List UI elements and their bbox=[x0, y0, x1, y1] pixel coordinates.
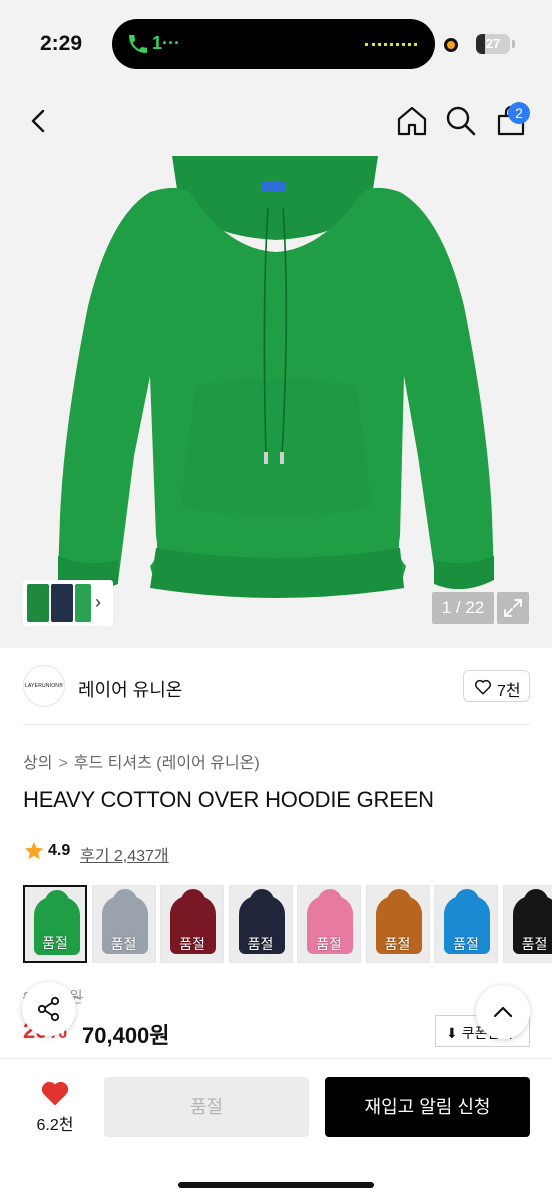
restock-alert-button[interactable]: 재입고 알림 신청 bbox=[325, 1077, 530, 1137]
color-swatch[interactable]: 품절 bbox=[23, 885, 87, 963]
star-icon bbox=[24, 841, 44, 860]
share-icon bbox=[37, 996, 60, 1022]
brand-logo-text: LAYERUNION® bbox=[24, 683, 64, 689]
fullscreen-button[interactable] bbox=[497, 592, 529, 624]
breadcrumb: 상의 > 후드 티셔츠 (레이어 유니온) bbox=[23, 749, 260, 773]
swatch-soldout-label: 품절 bbox=[521, 936, 548, 952]
brand-like-count: 7천 bbox=[497, 683, 521, 700]
call-duration: 1··· bbox=[152, 33, 180, 53]
heart-outline-icon bbox=[474, 679, 492, 695]
rating-score: 4.9 bbox=[48, 842, 71, 859]
swatch-soldout-label: 품절 bbox=[110, 936, 137, 952]
product-image-gallery[interactable]: › 1 / 22 bbox=[0, 156, 552, 648]
audio-wave-icon bbox=[365, 43, 417, 46]
scroll-top-button[interactable] bbox=[476, 985, 530, 1039]
brand-name[interactable]: 레이어 유니온 bbox=[78, 676, 182, 702]
color-swatch[interactable]: 품절 bbox=[91, 885, 156, 963]
color-swatch[interactable]: 품절 bbox=[365, 885, 430, 963]
home-indicator bbox=[178, 1182, 374, 1188]
search-icon[interactable] bbox=[444, 104, 478, 138]
swatch-soldout-label: 품절 bbox=[179, 936, 205, 952]
brand-label-patch bbox=[262, 182, 286, 192]
camera-indicator-icon bbox=[444, 38, 458, 52]
expand-icon bbox=[504, 599, 522, 617]
breadcrumb-subcategory[interactable]: 후드 티셔츠 (레이어 유니온) bbox=[74, 755, 260, 772]
bottom-action-bar: 6.2천 품절 재입고 알림 신청 bbox=[0, 1058, 552, 1200]
cart-count-badge: 2 bbox=[508, 102, 530, 124]
home-icon[interactable] bbox=[395, 104, 429, 138]
soldout-button: 품절 bbox=[104, 1077, 309, 1137]
top-nav bbox=[0, 88, 552, 156]
thumbnail-2[interactable] bbox=[51, 584, 73, 622]
chevron-right-icon[interactable]: › bbox=[95, 592, 101, 613]
swatch-soldout-label: 품절 bbox=[247, 936, 274, 952]
chevron-up-icon bbox=[493, 1006, 513, 1018]
color-swatch[interactable]: 품절 bbox=[434, 885, 498, 963]
brand-logo[interactable]: LAYERUNION® bbox=[23, 665, 65, 707]
battery-level: 27 bbox=[485, 36, 501, 51]
sale-price: 70,400원 bbox=[82, 1023, 170, 1048]
color-swatch[interactable]: 품절 bbox=[160, 885, 224, 963]
wish-count: 6.2천 bbox=[36, 1117, 74, 1134]
swatch-soldout-label: 품절 bbox=[42, 935, 68, 951]
battery-icon: 27 bbox=[476, 34, 510, 54]
swatch-soldout-label: 품절 bbox=[384, 936, 411, 952]
review-link[interactable]: 후기 2,437개 bbox=[80, 842, 169, 866]
divider bbox=[23, 724, 530, 725]
color-swatches: 품절 품절 품절 품절 품절 품절 품절 품절 bbox=[23, 885, 552, 965]
thumbnail-1[interactable] bbox=[27, 584, 49, 622]
product-title: HEAVY COTTON OVER HOODIE GREEN bbox=[23, 787, 434, 812]
thumbnail-strip[interactable]: › bbox=[23, 580, 113, 626]
share-button[interactable] bbox=[22, 982, 76, 1036]
swatch-soldout-label: 품절 bbox=[453, 936, 479, 952]
heart-filled-icon[interactable] bbox=[40, 1079, 70, 1107]
thumbnail-3[interactable] bbox=[75, 584, 91, 622]
chevron-left-icon[interactable] bbox=[22, 104, 56, 138]
dynamic-island[interactable]: 1··· bbox=[112, 19, 435, 69]
battery-tip bbox=[512, 40, 515, 48]
chevron-right-icon: > bbox=[58, 755, 68, 772]
swatch-soldout-label: 품절 bbox=[316, 936, 342, 952]
color-swatch[interactable]: 품절 bbox=[228, 885, 293, 963]
breadcrumb-category[interactable]: 상의 bbox=[23, 755, 52, 772]
color-swatch[interactable]: 품절 bbox=[297, 885, 361, 963]
product-photo bbox=[58, 156, 494, 598]
image-counter: 1 / 22 bbox=[432, 592, 494, 624]
brand-like-button[interactable]: 7천 bbox=[463, 670, 530, 702]
phone-icon bbox=[129, 35, 147, 53]
status-bar: 2:29 1··· 27 bbox=[0, 0, 552, 88]
status-time: 2:29 bbox=[40, 32, 83, 55]
color-swatch[interactable]: 품절 bbox=[502, 885, 552, 963]
